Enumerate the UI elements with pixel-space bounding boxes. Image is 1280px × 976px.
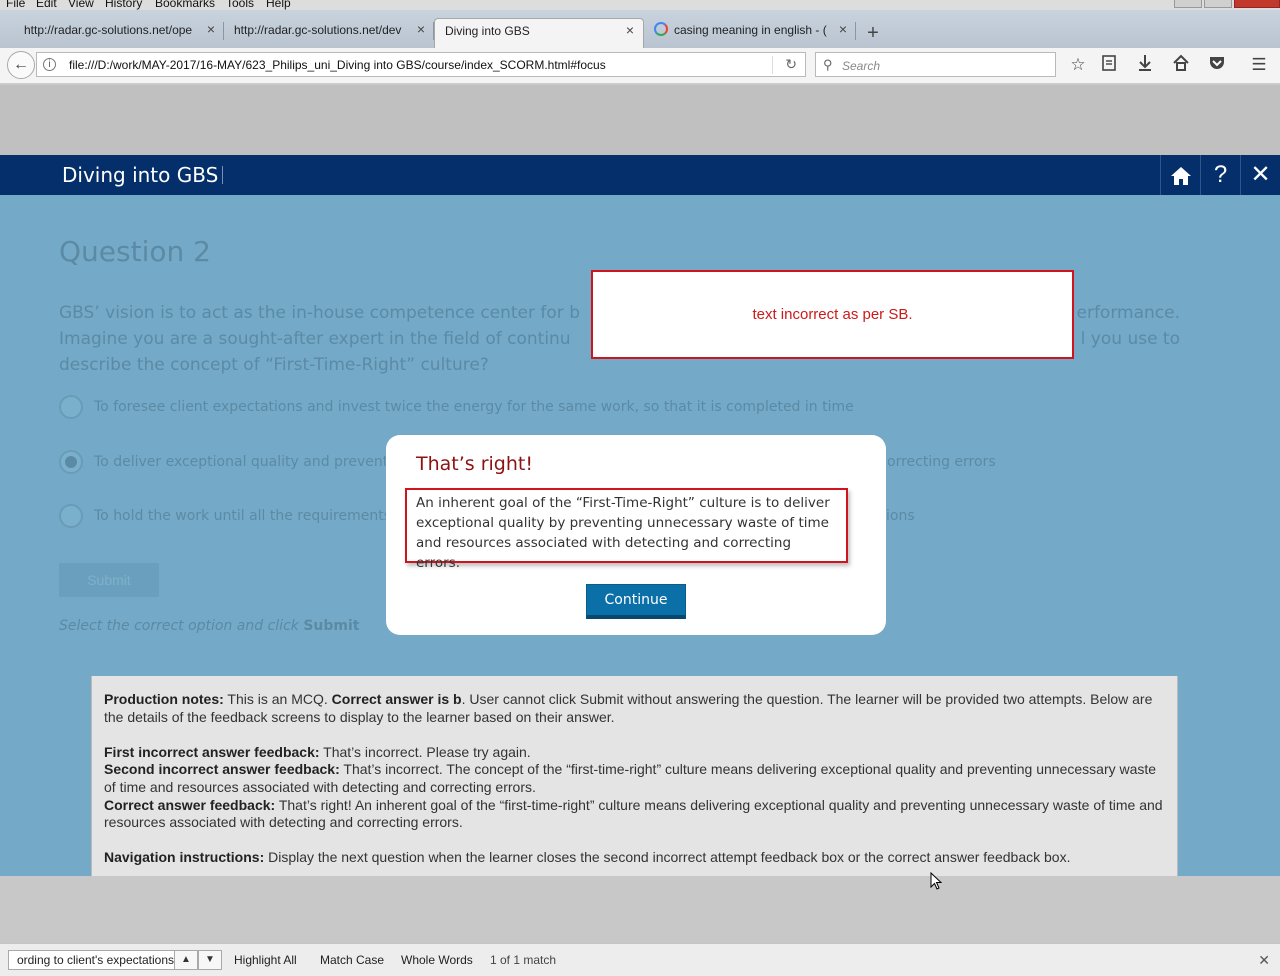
url-separator bbox=[772, 56, 773, 74]
production-notes: Production notes: This is an MCQ. Correc… bbox=[91, 676, 1178, 876]
course-title: Diving into GBS bbox=[62, 163, 223, 187]
notes-correct-answer: Correct answer is b bbox=[331, 691, 462, 707]
tab-label: Diving into GBS bbox=[445, 24, 530, 38]
tab-label: http://radar.gc-solutions.net/ope bbox=[24, 23, 193, 37]
menu-history[interactable]: History bbox=[105, 0, 142, 10]
question-text-line2-end: l you use to bbox=[1080, 329, 1180, 349]
search-placeholder: Search bbox=[842, 59, 881, 73]
navigation-instructions: Navigation instructions: Display the nex… bbox=[104, 849, 1165, 867]
help-icon[interactable]: ? bbox=[1200, 155, 1240, 195]
download-icon[interactable] bbox=[1134, 54, 1156, 76]
find-match-count: 1 of 1 match bbox=[490, 953, 557, 967]
notes-text: That’s incorrect. Please try again. bbox=[319, 743, 531, 760]
radio-button-selected[interactable] bbox=[59, 450, 83, 474]
find-next-icon[interactable]: ▼ bbox=[198, 950, 222, 970]
maximize-button[interactable] bbox=[1204, 0, 1232, 8]
submit-button[interactable]: Submit bbox=[59, 563, 159, 597]
menu-edit[interactable]: Edit bbox=[36, 0, 57, 10]
question-text-line2: Imagine you are a sought-after expert in… bbox=[59, 329, 571, 349]
modal-text-highlight: An inherent goal of the “First-Time-Righ… bbox=[405, 488, 848, 571]
tab-diving-into-gbs[interactable]: Diving into GBS × bbox=[434, 18, 644, 48]
modal-text: An inherent goal of the “First-Time-Righ… bbox=[416, 495, 830, 571]
window-close-button[interactable] bbox=[1234, 0, 1280, 8]
notes-label: Production notes: bbox=[104, 691, 224, 707]
home-icon[interactable] bbox=[1170, 54, 1192, 76]
menu-bookmarks[interactable]: Bookmarks bbox=[155, 0, 215, 10]
reading-list-icon[interactable] bbox=[1098, 54, 1120, 76]
notes-text: Display the next question when the learn… bbox=[264, 849, 1071, 866]
pocket-icon[interactable] bbox=[1206, 54, 1228, 76]
menu-help[interactable]: Help bbox=[266, 0, 291, 10]
search-icon: ⚲ bbox=[823, 57, 833, 72]
bookmark-star-icon[interactable]: ☆ bbox=[1067, 54, 1089, 76]
instruction-prefix: Select the correct option and click bbox=[59, 618, 304, 634]
first-incorrect-feedback: First incorrect answer feedback: That’s … bbox=[104, 744, 1165, 762]
option-a[interactable]: To foresee client expectations and inves… bbox=[59, 395, 1209, 421]
url-text: file:///D:/work/MAY-2017/16-MAY/623_Phil… bbox=[69, 58, 606, 72]
window-controls bbox=[1172, 0, 1280, 8]
find-query: ording to client's expectations bbox=[16, 953, 174, 967]
review-comment-text: text incorrect as per SB. bbox=[752, 306, 913, 323]
notes-label: Second incorrect answer feedback: bbox=[104, 761, 340, 778]
info-icon[interactable]: i bbox=[43, 58, 56, 71]
instruction-bold: Submit bbox=[303, 618, 360, 634]
correct-answer-feedback: Correct answer feedback: That’s right! A… bbox=[104, 797, 1165, 832]
back-arrow-icon[interactable]: ← bbox=[7, 51, 35, 79]
new-tab-button[interactable]: + bbox=[862, 22, 884, 44]
find-bar: ording to client's expectations ▲ ▼ High… bbox=[0, 943, 1280, 976]
tab-google-search[interactable]: casing meaning in english - ( × bbox=[644, 18, 856, 48]
tab-label: casing meaning in english - ( bbox=[674, 23, 827, 37]
match-case-toggle[interactable]: Match Case bbox=[320, 953, 384, 967]
navigation-toolbar: ← i file:///D:/work/MAY-2017/16-MAY/623_… bbox=[0, 48, 1280, 84]
url-bar[interactable]: i file:///D:/work/MAY-2017/16-MAY/623_Ph… bbox=[36, 52, 806, 77]
course-header: Diving into GBS ? ✕ bbox=[0, 155, 1280, 195]
instruction-text: Select the correct option and click Subm… bbox=[59, 618, 360, 634]
menu-bar: File Edit View History Bookmarks Tools H… bbox=[0, 0, 1280, 10]
question-text-line1: GBS’ vision is to act as the in-house co… bbox=[59, 303, 580, 323]
tab-close-icon[interactable]: × bbox=[414, 22, 428, 36]
notes-label: First incorrect answer feedback: bbox=[104, 743, 320, 760]
hamburger-menu-icon[interactable]: ☰ bbox=[1248, 54, 1270, 76]
tab-close-icon[interactable]: × bbox=[836, 22, 850, 36]
minimize-button[interactable] bbox=[1174, 0, 1202, 8]
find-input[interactable]: ording to client's expectations bbox=[8, 950, 175, 970]
search-bar[interactable]: ⚲ Search bbox=[815, 52, 1056, 77]
option-label: To deliver exceptional quality and preve… bbox=[94, 454, 389, 470]
review-comment-box: text incorrect as per SB. bbox=[591, 270, 1074, 359]
question-text-line1-end: erformance. bbox=[1076, 303, 1181, 323]
tab-strip: http://radar.gc-solutions.net/ope × http… bbox=[0, 10, 1280, 48]
find-previous-icon[interactable]: ▲ bbox=[174, 950, 198, 970]
highlight-all-toggle[interactable]: Highlight All bbox=[234, 953, 297, 967]
close-icon[interactable]: ✕ bbox=[1240, 155, 1280, 195]
option-label: To hold the work until all the requireme… bbox=[94, 508, 391, 524]
radio-button[interactable] bbox=[59, 504, 83, 528]
continue-button[interactable]: Continue bbox=[586, 584, 686, 619]
google-icon bbox=[654, 22, 668, 36]
radio-button[interactable] bbox=[59, 395, 83, 419]
whole-words-toggle[interactable]: Whole Words bbox=[401, 953, 473, 967]
notes-paragraph: Production notes: This is an MCQ. Correc… bbox=[104, 691, 1165, 726]
find-close-icon[interactable]: ✕ bbox=[1258, 952, 1270, 969]
modal-title: That’s right! bbox=[416, 453, 533, 475]
option-label: To foresee client expectations and inves… bbox=[94, 399, 854, 415]
tab-radar-dev[interactable]: http://radar.gc-solutions.net/dev × bbox=[210, 18, 434, 48]
option-label-end: orrecting errors bbox=[887, 454, 996, 470]
mouse-cursor-icon bbox=[930, 872, 942, 890]
tab-radar-ope[interactable]: http://radar.gc-solutions.net/ope × bbox=[0, 18, 224, 48]
menu-tools[interactable]: Tools bbox=[226, 0, 254, 10]
reload-icon[interactable]: ↻ bbox=[785, 56, 797, 73]
tab-close-icon[interactable]: × bbox=[623, 23, 637, 37]
menu-view[interactable]: View bbox=[68, 0, 94, 10]
question-title: Question 2 bbox=[59, 235, 211, 268]
notes-label: Navigation instructions: bbox=[104, 849, 265, 866]
option-label-end: ions bbox=[886, 508, 915, 524]
tab-label: http://radar.gc-solutions.net/dev bbox=[234, 23, 402, 37]
menu-file[interactable]: File bbox=[6, 0, 25, 10]
second-incorrect-feedback: Second incorrect answer feedback: That’s… bbox=[104, 761, 1165, 796]
notes-label: Correct answer feedback: bbox=[104, 796, 276, 813]
home-icon[interactable] bbox=[1160, 155, 1200, 195]
notes-text: This is an MCQ. bbox=[223, 691, 332, 707]
feedback-modal: That’s right! An inherent goal of the “F… bbox=[386, 435, 886, 635]
